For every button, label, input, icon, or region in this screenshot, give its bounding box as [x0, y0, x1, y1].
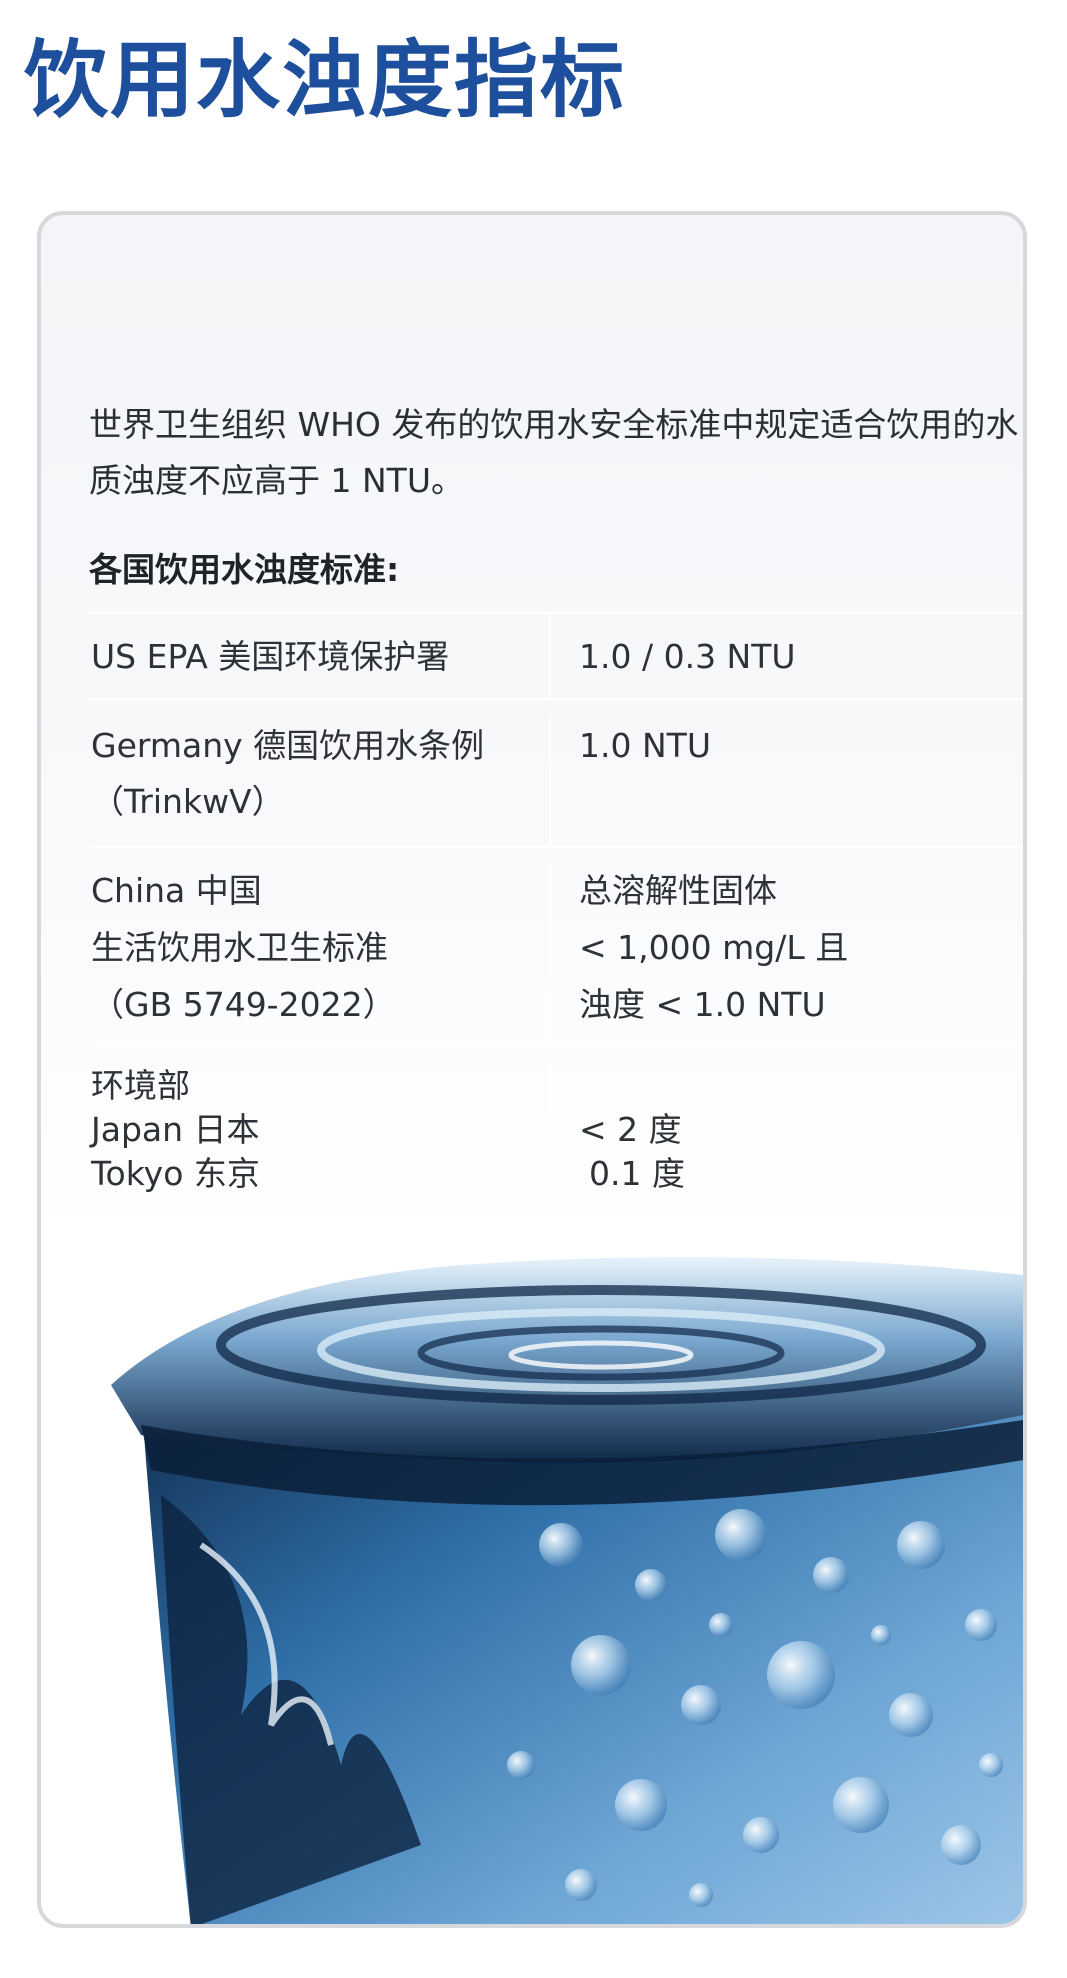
droplet — [979, 1753, 1003, 1777]
standard-country: China 中国 — [91, 871, 262, 910]
droplet — [507, 1751, 535, 1779]
droplet — [889, 1693, 933, 1737]
droplet — [571, 1635, 631, 1695]
standard-value-cell: 1.0 NTU — [551, 718, 1023, 846]
standard-value-cell: 总溶解性固体 < 1,000 mg/L 且 浊度 < 1.0 NTU — [551, 862, 1023, 1042]
standard-name-cell: China 中国 生活饮用水卫生标准 （GB 5749-2022） — [89, 862, 551, 1042]
droplet — [565, 1869, 597, 1901]
standard-authority: 环境部 — [91, 1066, 190, 1105]
standard-value: 0.1 度 — [589, 1154, 685, 1193]
droplet — [813, 1557, 849, 1593]
droplet — [743, 1817, 779, 1853]
droplet — [965, 1609, 997, 1641]
droplet — [871, 1625, 891, 1645]
standard-name-cell: Germany 德国饮用水条例 （TrinkwV） — [89, 718, 551, 846]
water-glass-image — [111, 1257, 1023, 1924]
droplet — [767, 1641, 835, 1709]
standard-value-cell: 1.0 / 0.3 NTU — [551, 614, 1023, 698]
standard-name-cell: US EPA 美国环境保护署 — [89, 614, 551, 698]
droplet — [615, 1779, 667, 1831]
table-row-china: China 中国 生活饮用水卫生标准 （GB 5749-2022） 总溶解性固体… — [89, 846, 1023, 1042]
standard-value: 浊度 < 1.0 NTU — [579, 985, 826, 1024]
droplet — [709, 1613, 733, 1637]
standard-value: < 2 度 — [579, 1110, 682, 1149]
standard-value: 1.0 / 0.3 NTU — [579, 637, 796, 676]
turbidity-standards-table: US EPA 美国环境保护署 1.0 / 0.3 NTU Germany 德国饮… — [89, 612, 1023, 1212]
droplet — [635, 1569, 667, 1601]
droplet — [681, 1685, 721, 1725]
standard-city: Tokyo 东京 — [91, 1154, 260, 1193]
table-row-germany: Germany 德国饮用水条例 （TrinkwV） 1.0 NTU — [89, 698, 1023, 846]
table-row-japan: 环境部 Japan 日本 Tokyo 东京 < 2 度 0.1 度 — [89, 1042, 1023, 1212]
standard-name: US EPA 美国环境保护署 — [91, 637, 450, 676]
page-title: 饮用水浊度指标 — [24, 31, 627, 129]
droplet — [941, 1825, 981, 1865]
standard-value-label: 总溶解性固体 — [579, 871, 777, 910]
standard-name: 生活饮用水卫生标准 — [91, 928, 388, 967]
standard-name-cell: 环境部 Japan 日本 Tokyo 东京 — [89, 1064, 551, 1212]
table-row-us-epa: US EPA 美国环境保护署 1.0 / 0.3 NTU — [89, 612, 1023, 698]
standard-country: Japan 日本 — [91, 1110, 260, 1149]
droplet — [689, 1883, 713, 1907]
standard-name: Germany 德国饮用水条例 — [91, 726, 485, 765]
droplet — [539, 1523, 583, 1567]
standard-value-cell: < 2 度 0.1 度 — [551, 1064, 1023, 1212]
standard-code: （GB 5749-2022） — [91, 985, 396, 1024]
who-standard-text: 世界卫生组织 WHO 发布的饮用水安全标准中规定适合饮用的水质浊度不应高于 1 … — [89, 405, 1019, 500]
droplet — [715, 1509, 767, 1561]
turbidity-info-card: 世界卫生组织 WHO 发布的饮用水安全标准中规定适合饮用的水质浊度不应高于 1 … — [37, 211, 1027, 1928]
droplet — [833, 1777, 889, 1833]
standard-value: 1.0 NTU — [579, 726, 711, 765]
table-heading: 各国饮用水浊度标准: — [89, 550, 400, 589]
standard-value: < 1,000 mg/L 且 — [579, 928, 849, 967]
droplet — [897, 1521, 945, 1569]
standard-code: （TrinkwV） — [91, 782, 285, 821]
